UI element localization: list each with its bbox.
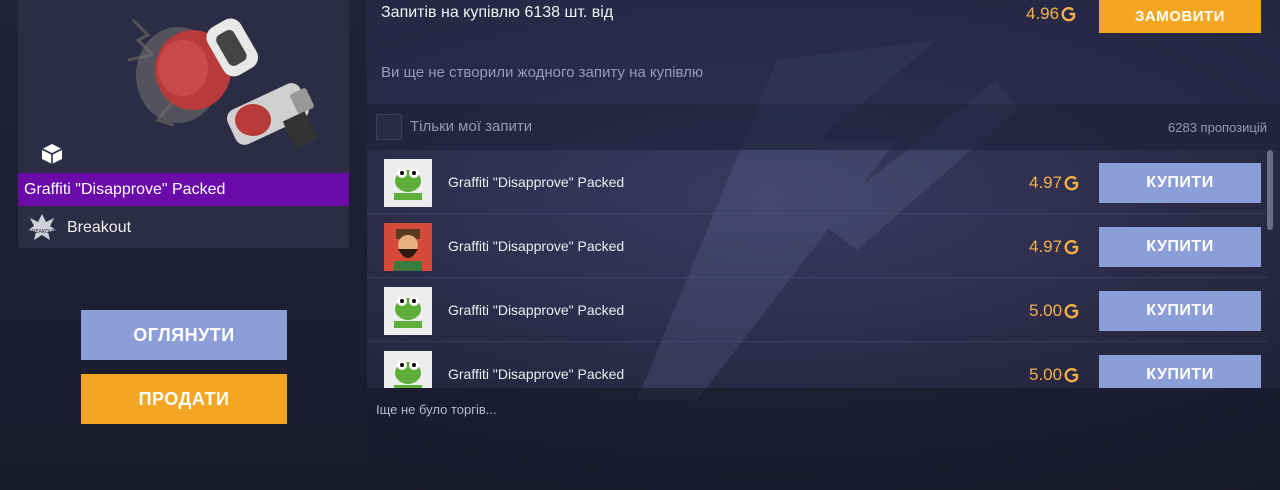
filter-row: Тільки мої запити 6283 пропозицій (367, 104, 1280, 150)
frog-icon (384, 159, 432, 207)
listing-price: 4.97 (1029, 237, 1080, 257)
gold-currency-icon (1064, 240, 1079, 255)
listing-row: Graffiti "Disapprove" Packed 4.97 КУПИТИ (367, 150, 1267, 214)
item-details-panel: Graffiti "Disapprove" Packed BREAKOUT Br… (0, 0, 367, 490)
listing-price: 4.97 (1029, 173, 1080, 193)
inspect-button[interactable]: ОГЛЯНУТИ (81, 310, 287, 360)
buy-orders-summary: Запитів на купівлю 6138 шт. від (381, 4, 614, 21)
offers-count: 6283 пропозицій (1168, 120, 1267, 135)
buy-button[interactable]: КУПИТИ (1099, 227, 1261, 267)
gold-currency-icon (1064, 176, 1079, 191)
buy-orders-section: Запитів на купівлю 6138 шт. від 4.96 ЗАМ… (367, 0, 1280, 104)
listing-item-name: Graffiti "Disapprove" Packed (448, 366, 625, 382)
listing-price-value: 5.00 (1029, 301, 1063, 320)
gold-currency-icon (1064, 368, 1079, 383)
listing-item-name: Graffiti "Disapprove" Packed (448, 238, 625, 254)
trade-history-section (367, 388, 1280, 490)
gold-currency-icon (1061, 7, 1076, 22)
listing-item-name: Graffiti "Disapprove" Packed (448, 174, 625, 190)
breakout-collection-icon: BREAKOUT (28, 214, 57, 240)
listing-row: Graffiti "Disapprove" Packed 5.00 КУПИТИ (367, 278, 1267, 342)
only-my-orders-checkbox[interactable] (376, 114, 402, 140)
item-card: Graffiti "Disapprove" Packed BREAKOUT Br… (18, 0, 349, 248)
listing-row: Graffiti "Disapprove" Packed 4.97 КУПИТИ (367, 214, 1267, 278)
listing-price-value: 5.00 (1029, 365, 1063, 384)
breakout-badge-text: BREAKOUT (28, 229, 56, 235)
collection-row: BREAKOUT Breakout (26, 210, 131, 246)
listings-scrollbar[interactable] (1267, 150, 1273, 230)
no-orders-message: Ви ще не створили жодного запиту на купі… (381, 64, 704, 81)
place-order-button[interactable]: ЗАМОВИТИ (1099, 0, 1261, 33)
sell-button[interactable]: ПРОДАТИ (81, 374, 287, 424)
package-icon (41, 144, 63, 164)
market-panel: Запитів на купівлю 6138 шт. від 4.96 ЗАМ… (367, 0, 1280, 490)
bearded-character-icon (384, 223, 432, 271)
buy-button[interactable]: КУПИТИ (1099, 163, 1261, 203)
listing-price-value: 4.97 (1029, 237, 1063, 256)
buy-button[interactable]: КУПИТИ (1099, 291, 1261, 331)
listing-price: 5.00 (1029, 365, 1080, 385)
item-rarity-bar: Graffiti "Disapprove" Packed (18, 173, 349, 206)
gold-currency-icon (1064, 304, 1079, 319)
listing-price: 5.00 (1029, 301, 1080, 321)
buy-order-price-value: 4.96 (1026, 4, 1060, 23)
buy-button[interactable]: КУПИТИ (1099, 355, 1261, 388)
item-name: Graffiti "Disapprove" Packed (24, 180, 226, 198)
listing-item-name: Graffiti "Disapprove" Packed (448, 302, 625, 318)
collection-name: Breakout (67, 219, 132, 236)
no-trades-message: Іще не було торгів... (376, 402, 497, 417)
buy-order-price: 4.96 (1026, 4, 1077, 24)
listings-list: Graffiti "Disapprove" Packed 4.97 КУПИТИ… (367, 150, 1280, 388)
only-my-orders-label[interactable]: Тільки мої запити (410, 118, 532, 135)
frog-icon (384, 287, 432, 335)
graffiti-fist-spraycan-image (127, 18, 318, 149)
listing-row: Graffiti "Disapprove" Packed 5.00 КУПИТИ (367, 342, 1267, 388)
listing-price-value: 4.97 (1029, 173, 1063, 192)
frog-icon (384, 351, 432, 388)
